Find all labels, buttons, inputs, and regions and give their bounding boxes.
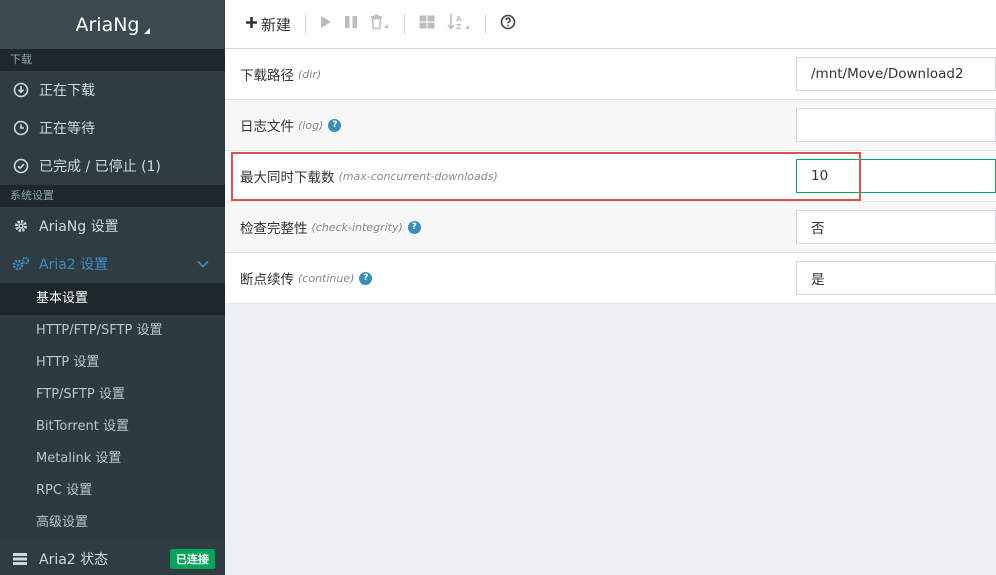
start-button[interactable]: [314, 10, 338, 38]
sub-item-advanced[interactable]: 高级设置: [0, 507, 225, 539]
check-circle-icon: [12, 157, 30, 175]
help-button[interactable]: [494, 10, 522, 38]
section-header-downloads: 下载: [0, 49, 225, 71]
nav-stopped-label: 已完成 / 已停止 (1): [39, 159, 161, 175]
sort-button[interactable]: AZ: [441, 10, 477, 38]
section-header-settings: 系统设置: [0, 185, 225, 207]
setting-option-name: (check-integrity): [311, 220, 403, 234]
toolbar-divider: [485, 14, 487, 34]
nav-downloading[interactable]: 正在下载: [0, 71, 225, 109]
question-circle-icon: [500, 14, 516, 34]
help-icon[interactable]: ?: [407, 220, 421, 234]
setting-option-name: (dir): [298, 67, 322, 81]
plus-icon: [245, 16, 258, 33]
download-circle-icon: [12, 81, 30, 99]
toolbar-divider: [305, 14, 307, 34]
brand-name: AriaNg: [75, 13, 140, 36]
sub-item-http[interactable]: HTTP 设置: [0, 347, 225, 379]
nav-waiting-label: 正在等待: [39, 121, 95, 137]
help-icon[interactable]: ?: [328, 118, 342, 132]
setting-option-name: (max-concurrent-downloads): [338, 169, 498, 183]
setting-label: 检查完整性: [240, 221, 308, 237]
pause-icon: [344, 15, 358, 33]
sub-item-http-ftp-sftp[interactable]: HTTP/FTP/SFTP 设置: [0, 315, 225, 347]
sub-item-rpc[interactable]: RPC 设置: [0, 475, 225, 507]
nav-ariang-settings[interactable]: AriaNg 设置: [0, 207, 225, 245]
new-task-label: 新建: [261, 15, 292, 34]
setting-label: 断点续传: [240, 272, 294, 288]
help-icon[interactable]: ?: [359, 271, 373, 285]
nav-aria2-status[interactable]: Aria2 状态 已连接: [0, 542, 225, 575]
brand-logo[interactable]: AriaNg: [0, 0, 225, 49]
max-concurrent-downloads-input[interactable]: [796, 159, 996, 193]
check-integrity-select[interactable]: 否: [796, 210, 996, 244]
nav-downloading-label: 正在下载: [39, 83, 95, 99]
caret-icon: [143, 27, 150, 34]
setting-option-name: (continue): [298, 271, 355, 285]
nav-ariang-settings-label: AriaNg 设置: [39, 219, 119, 235]
status-badge: 已连接: [170, 548, 215, 569]
chevron-down-icon: [197, 256, 209, 272]
sidebar: AriaNg 下载 正在下载 正在等待 已完成 / 已停止 (1) 系统设置 A…: [0, 0, 225, 575]
nav-stopped[interactable]: 已完成 / 已停止 (1): [0, 147, 225, 185]
new-task-button[interactable]: 新建: [239, 10, 297, 38]
sort-alpha-icon: AZ: [447, 13, 471, 35]
sub-item-bittorrent[interactable]: BitTorrent 设置: [0, 411, 225, 443]
nav-aria2-settings[interactable]: Aria2 设置: [0, 245, 225, 283]
setting-row-log: 日志文件 (log) ?: [225, 100, 996, 151]
toolbar-divider: [404, 14, 406, 34]
sub-item-ftp-sftp[interactable]: FTP/SFTP 设置: [0, 379, 225, 411]
aria2-settings-submenu: 基本设置 HTTP/FTP/SFTP 设置 HTTP 设置 FTP/SFTP 设…: [0, 283, 225, 539]
delete-button[interactable]: [364, 10, 396, 38]
nav-aria2-settings-label: Aria2 设置: [39, 257, 109, 273]
settings-list: 下载路径 (dir) 日志文件 (log) ? 最大同时下载数 (max-con…: [225, 49, 996, 304]
nav-aria2-status-label: Aria2 状态: [39, 551, 109, 568]
log-input[interactable]: [796, 108, 996, 142]
gear-icon: [12, 217, 30, 235]
sub-item-metalink[interactable]: Metalink 设置: [0, 443, 225, 475]
clock-icon: [12, 119, 30, 137]
setting-label: 最大同时下载数: [240, 170, 335, 186]
setting-label: 日志文件: [240, 119, 294, 135]
setting-row-continue: 断点续传 (continue) ? 是: [225, 253, 996, 304]
select-all-button[interactable]: [413, 10, 441, 38]
setting-label: 下载路径: [240, 68, 294, 84]
setting-option-name: (log): [298, 118, 324, 132]
server-icon: [12, 550, 30, 568]
pause-button[interactable]: [338, 10, 364, 38]
sub-item-basic[interactable]: 基本设置: [0, 283, 225, 315]
trash-icon: [370, 14, 390, 34]
play-icon: [320, 15, 332, 33]
setting-row-check-integrity: 检查完整性 (check-integrity) ? 否: [225, 202, 996, 253]
svg-text:A: A: [456, 15, 462, 23]
setting-row-max-concurrent-downloads: 最大同时下载数 (max-concurrent-downloads): [225, 151, 996, 202]
dir-input[interactable]: [796, 57, 996, 91]
continue-select[interactable]: 是: [796, 261, 996, 295]
grid-icon: [419, 15, 435, 33]
svg-text:Z: Z: [456, 23, 461, 31]
nav-waiting[interactable]: 正在等待: [0, 109, 225, 147]
gears-icon: [12, 255, 30, 273]
setting-row-dir: 下载路径 (dir): [225, 49, 996, 100]
toolbar: 新建 AZ: [225, 0, 996, 49]
main-content: 新建 AZ 下载路径 (dir) /mnt/Move/Download2 日志文…: [225, 0, 996, 575]
